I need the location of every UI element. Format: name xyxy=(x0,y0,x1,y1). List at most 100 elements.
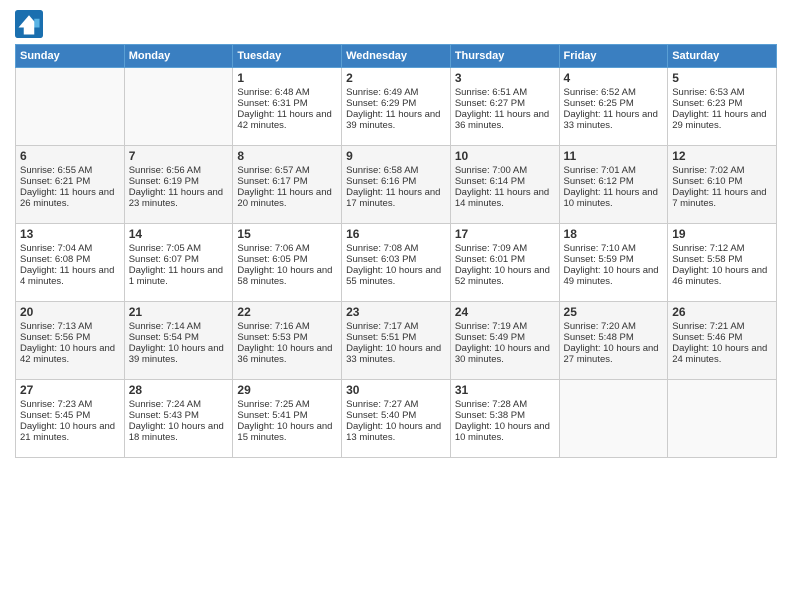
sunset-text: Sunset: 6:25 PM xyxy=(564,98,664,109)
sunrise-text: Sunrise: 7:08 AM xyxy=(346,243,446,254)
calendar-cell: 23Sunrise: 7:17 AMSunset: 5:51 PMDayligh… xyxy=(342,302,451,380)
day-number: 2 xyxy=(346,71,446,85)
sunrise-text: Sunrise: 6:52 AM xyxy=(564,87,664,98)
weekday-header: Thursday xyxy=(450,45,559,68)
weekday-header: Friday xyxy=(559,45,668,68)
sunrise-text: Sunrise: 7:09 AM xyxy=(455,243,555,254)
daylight-text: Daylight: 10 hours and 49 minutes. xyxy=(564,265,664,287)
calendar-cell: 27Sunrise: 7:23 AMSunset: 5:45 PMDayligh… xyxy=(16,380,125,458)
page-container: SundayMondayTuesdayWednesdayThursdayFrid… xyxy=(0,0,792,468)
day-number: 28 xyxy=(129,383,229,397)
weekday-header: Monday xyxy=(124,45,233,68)
daylight-text: Daylight: 10 hours and 13 minutes. xyxy=(346,421,446,443)
day-number: 1 xyxy=(237,71,337,85)
calendar-cell: 30Sunrise: 7:27 AMSunset: 5:40 PMDayligh… xyxy=(342,380,451,458)
sunrise-text: Sunrise: 7:13 AM xyxy=(20,321,120,332)
calendar-cell: 13Sunrise: 7:04 AMSunset: 6:08 PMDayligh… xyxy=(16,224,125,302)
calendar-cell: 20Sunrise: 7:13 AMSunset: 5:56 PMDayligh… xyxy=(16,302,125,380)
calendar-week-row: 13Sunrise: 7:04 AMSunset: 6:08 PMDayligh… xyxy=(16,224,777,302)
sunset-text: Sunset: 5:43 PM xyxy=(129,410,229,421)
calendar-cell: 15Sunrise: 7:06 AMSunset: 6:05 PMDayligh… xyxy=(233,224,342,302)
sunrise-text: Sunrise: 7:24 AM xyxy=(129,399,229,410)
calendar-cell: 22Sunrise: 7:16 AMSunset: 5:53 PMDayligh… xyxy=(233,302,342,380)
sunrise-text: Sunrise: 7:02 AM xyxy=(672,165,772,176)
daylight-text: Daylight: 10 hours and 18 minutes. xyxy=(129,421,229,443)
day-number: 10 xyxy=(455,149,555,163)
sunrise-text: Sunrise: 6:57 AM xyxy=(237,165,337,176)
calendar-cell: 12Sunrise: 7:02 AMSunset: 6:10 PMDayligh… xyxy=(668,146,777,224)
daylight-text: Daylight: 10 hours and 33 minutes. xyxy=(346,343,446,365)
weekday-header: Tuesday xyxy=(233,45,342,68)
sunset-text: Sunset: 5:41 PM xyxy=(237,410,337,421)
day-number: 18 xyxy=(564,227,664,241)
calendar-week-row: 20Sunrise: 7:13 AMSunset: 5:56 PMDayligh… xyxy=(16,302,777,380)
sunrise-text: Sunrise: 6:53 AM xyxy=(672,87,772,98)
sunset-text: Sunset: 5:38 PM xyxy=(455,410,555,421)
sunset-text: Sunset: 5:56 PM xyxy=(20,332,120,343)
weekday-header: Wednesday xyxy=(342,45,451,68)
sunset-text: Sunset: 6:27 PM xyxy=(455,98,555,109)
calendar-cell: 4Sunrise: 6:52 AMSunset: 6:25 PMDaylight… xyxy=(559,68,668,146)
sunset-text: Sunset: 5:54 PM xyxy=(129,332,229,343)
calendar-week-row: 6Sunrise: 6:55 AMSunset: 6:21 PMDaylight… xyxy=(16,146,777,224)
sunrise-text: Sunrise: 7:01 AM xyxy=(564,165,664,176)
daylight-text: Daylight: 11 hours and 42 minutes. xyxy=(237,109,337,131)
daylight-text: Daylight: 10 hours and 46 minutes. xyxy=(672,265,772,287)
day-number: 27 xyxy=(20,383,120,397)
calendar-cell: 6Sunrise: 6:55 AMSunset: 6:21 PMDaylight… xyxy=(16,146,125,224)
daylight-text: Daylight: 10 hours and 15 minutes. xyxy=(237,421,337,443)
daylight-text: Daylight: 11 hours and 7 minutes. xyxy=(672,187,772,209)
day-number: 31 xyxy=(455,383,555,397)
sunrise-text: Sunrise: 7:05 AM xyxy=(129,243,229,254)
sunset-text: Sunset: 5:48 PM xyxy=(564,332,664,343)
sunset-text: Sunset: 5:51 PM xyxy=(346,332,446,343)
day-number: 14 xyxy=(129,227,229,241)
day-number: 3 xyxy=(455,71,555,85)
calendar-cell: 16Sunrise: 7:08 AMSunset: 6:03 PMDayligh… xyxy=(342,224,451,302)
sunrise-text: Sunrise: 7:19 AM xyxy=(455,321,555,332)
day-number: 13 xyxy=(20,227,120,241)
daylight-text: Daylight: 10 hours and 21 minutes. xyxy=(20,421,120,443)
sunset-text: Sunset: 6:07 PM xyxy=(129,254,229,265)
day-number: 23 xyxy=(346,305,446,319)
calendar-cell: 11Sunrise: 7:01 AMSunset: 6:12 PMDayligh… xyxy=(559,146,668,224)
sunrise-text: Sunrise: 7:25 AM xyxy=(237,399,337,410)
sunset-text: Sunset: 6:10 PM xyxy=(672,176,772,187)
day-number: 26 xyxy=(672,305,772,319)
day-number: 19 xyxy=(672,227,772,241)
daylight-text: Daylight: 10 hours and 24 minutes. xyxy=(672,343,772,365)
calendar-cell: 25Sunrise: 7:20 AMSunset: 5:48 PMDayligh… xyxy=(559,302,668,380)
daylight-text: Daylight: 11 hours and 33 minutes. xyxy=(564,109,664,131)
sunset-text: Sunset: 5:46 PM xyxy=(672,332,772,343)
calendar-cell: 17Sunrise: 7:09 AMSunset: 6:01 PMDayligh… xyxy=(450,224,559,302)
daylight-text: Daylight: 11 hours and 10 minutes. xyxy=(564,187,664,209)
sunset-text: Sunset: 6:17 PM xyxy=(237,176,337,187)
calendar-cell xyxy=(668,380,777,458)
sunset-text: Sunset: 6:19 PM xyxy=(129,176,229,187)
day-number: 30 xyxy=(346,383,446,397)
calendar-cell: 2Sunrise: 6:49 AMSunset: 6:29 PMDaylight… xyxy=(342,68,451,146)
sunrise-text: Sunrise: 6:49 AM xyxy=(346,87,446,98)
day-number: 16 xyxy=(346,227,446,241)
sunset-text: Sunset: 6:21 PM xyxy=(20,176,120,187)
day-number: 7 xyxy=(129,149,229,163)
daylight-text: Daylight: 11 hours and 14 minutes. xyxy=(455,187,555,209)
sunrise-text: Sunrise: 6:58 AM xyxy=(346,165,446,176)
sunrise-text: Sunrise: 7:20 AM xyxy=(564,321,664,332)
sunrise-text: Sunrise: 7:12 AM xyxy=(672,243,772,254)
sunrise-text: Sunrise: 7:00 AM xyxy=(455,165,555,176)
day-number: 11 xyxy=(564,149,664,163)
daylight-text: Daylight: 10 hours and 36 minutes. xyxy=(237,343,337,365)
calendar-table: SundayMondayTuesdayWednesdayThursdayFrid… xyxy=(15,44,777,458)
sunrise-text: Sunrise: 7:16 AM xyxy=(237,321,337,332)
calendar-cell xyxy=(16,68,125,146)
logo xyxy=(15,10,47,38)
calendar-cell: 9Sunrise: 6:58 AMSunset: 6:16 PMDaylight… xyxy=(342,146,451,224)
sunset-text: Sunset: 6:03 PM xyxy=(346,254,446,265)
sunset-text: Sunset: 5:58 PM xyxy=(672,254,772,265)
daylight-text: Daylight: 11 hours and 36 minutes. xyxy=(455,109,555,131)
calendar-week-row: 1Sunrise: 6:48 AMSunset: 6:31 PMDaylight… xyxy=(16,68,777,146)
day-number: 9 xyxy=(346,149,446,163)
weekday-header: Sunday xyxy=(16,45,125,68)
sunrise-text: Sunrise: 7:10 AM xyxy=(564,243,664,254)
